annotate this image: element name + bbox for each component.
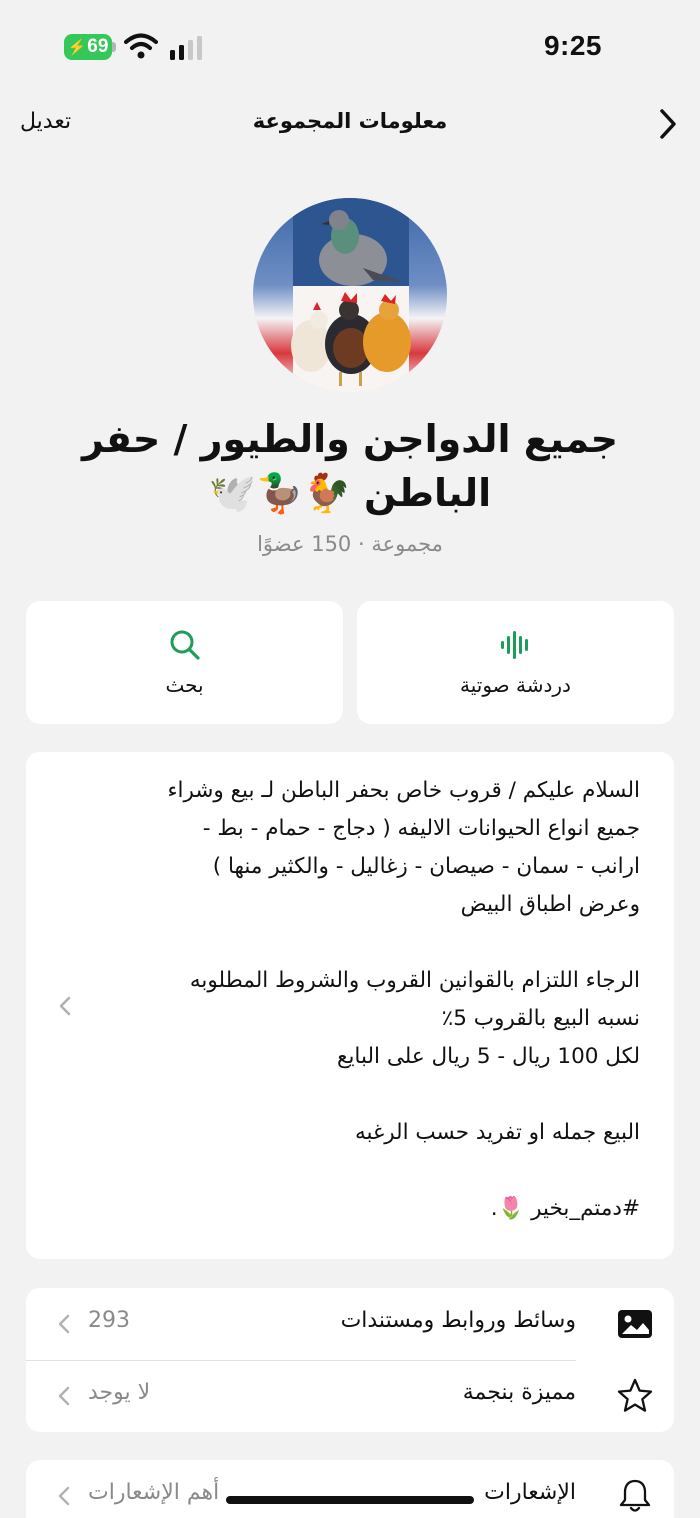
star-icon <box>617 1378 653 1412</box>
description-blank-line <box>60 924 640 962</box>
battery-cap <box>112 42 116 52</box>
avatar-image <box>253 198 447 392</box>
wifi-icon <box>124 33 158 59</box>
chevron-left-icon <box>58 1386 70 1406</box>
notifications-list: الإشعارات أهم الإشعارات <box>26 1460 674 1518</box>
notifications-value: أهم الإشعارات <box>88 1480 220 1505</box>
notifications-row[interactable]: الإشعارات أهم الإشعارات <box>26 1460 674 1518</box>
voice-chat-label: دردشة صوتية <box>460 672 571 697</box>
description-blank-line <box>60 1152 640 1190</box>
page-title: معلومات المجموعة <box>252 109 448 133</box>
status-bar: ⚡ 69 9:25 <box>0 0 700 95</box>
search-icon <box>170 630 200 660</box>
status-time: 9:25 <box>543 30 602 61</box>
description-line: البيع جمله او تفريد حسب الرغبه <box>354 1120 640 1145</box>
description-line: لكل 100 ريال - 5 ريال على البايع <box>337 1044 640 1069</box>
description-line: جميع انواع الحيوانات الاليفه ( دجاج - حم… <box>202 816 640 841</box>
starred-messages-label: مميزة بنجمة <box>462 1380 576 1405</box>
notifications-label: الإشعارات <box>484 1480 576 1505</box>
description-line: وعرض اطباق البيض <box>460 892 640 917</box>
description-text: السلام عليكم / قروب خاص بحفر الباطن لـ ب… <box>60 772 640 1228</box>
description-line: نسبه البيع بالقروب 5٪ <box>441 1006 640 1031</box>
description-line: ارانب - سمان - صيصان - زغاليل - والكثير … <box>212 854 640 879</box>
voice-chat-button[interactable]: دردشة صوتية <box>357 601 674 724</box>
chevron-left-icon <box>58 1486 70 1506</box>
description-blank-line <box>60 1076 640 1114</box>
chevron-left-icon[interactable] <box>58 995 72 1017</box>
group-avatar[interactable] <box>253 198 447 392</box>
voice-waveform-icon <box>500 630 528 659</box>
group-name: جميع الدواجن والطيور / حفر الباطن 🐓🦆🕊️ <box>81 417 619 515</box>
starred-value: لا يوجد <box>88 1380 151 1405</box>
bell-icon <box>619 1479 651 1512</box>
battery-indicator: ⚡ 69 <box>64 34 112 60</box>
media-links-docs-row[interactable]: وسائط وروابط ومستندات 293 <box>26 1288 674 1361</box>
info-list: وسائط وروابط ومستندات 293 مميزة بنجمة لا… <box>26 1288 674 1432</box>
starred-messages-row[interactable]: مميزة بنجمة لا يوجد <box>26 1360 674 1432</box>
navigation-bar: تعديل معلومات المجموعة <box>0 95 700 155</box>
home-indicator[interactable] <box>226 1496 474 1504</box>
description-line: السلام عليكم / قروب خاص بحفر الباطن لـ ب… <box>167 778 640 803</box>
search-label: بحث <box>165 672 204 697</box>
chevron-left-icon <box>58 1314 70 1334</box>
charging-bolt-icon: ⚡ <box>67 39 87 56</box>
battery-level: 69 <box>87 36 109 57</box>
media-count: 293 <box>88 1308 130 1333</box>
photo-icon <box>618 1310 652 1338</box>
group-member-count: مجموعة · 150 عضوًا <box>257 532 443 556</box>
search-button[interactable]: بحث <box>26 601 343 724</box>
description-line: #دمتم_بخير 🌷. <box>490 1196 640 1221</box>
media-links-docs-label: وسائط وروابط ومستندات <box>340 1308 576 1333</box>
description-line: الرجاء اللتزام بالقوانين القروب والشروط … <box>189 968 640 993</box>
chevron-right-icon[interactable] <box>656 107 680 141</box>
signal-bars-icon <box>170 36 202 60</box>
group-description[interactable]: السلام عليكم / قروب خاص بحفر الباطن لـ ب… <box>26 752 674 1259</box>
